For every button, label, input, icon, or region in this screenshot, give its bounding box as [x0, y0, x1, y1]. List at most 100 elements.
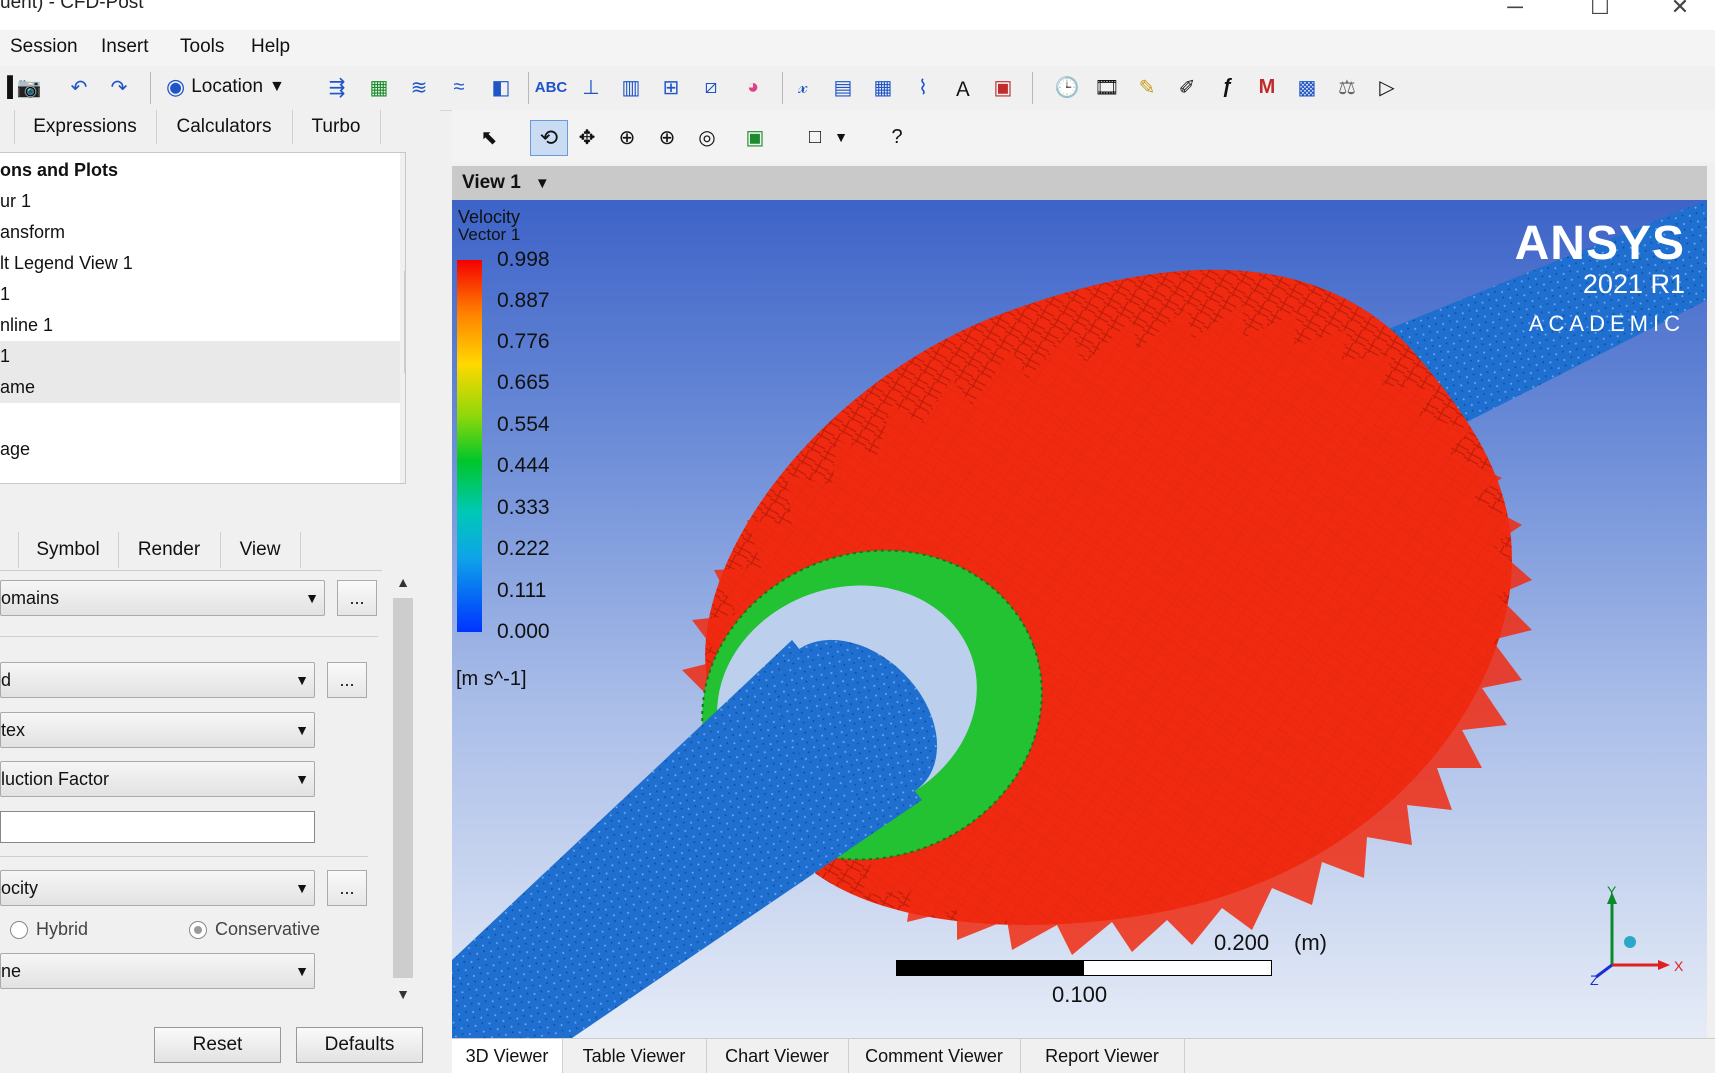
tab-expressions[interactable]: Expressions	[14, 110, 157, 144]
case-comparison-icon[interactable]: ⚖	[1332, 72, 1362, 102]
tree-item[interactable]: age	[0, 434, 400, 465]
particle-track-icon[interactable]: ≈	[444, 72, 474, 102]
scroll-down-icon[interactable]: ▼	[400, 457, 405, 473]
menu-tools[interactable]: Tools	[180, 36, 224, 58]
tree-item[interactable]: 1	[0, 279, 400, 310]
scroll-down-icon[interactable]: ▼	[390, 986, 416, 1002]
command-editor-icon[interactable]: ▷	[1372, 72, 1402, 102]
location-button[interactable]: ◉ Location ▼	[166, 71, 285, 103]
tab-comment-viewer[interactable]: Comment Viewer	[848, 1039, 1021, 1073]
macro-calculator-icon[interactable]: M	[1252, 72, 1282, 102]
tab-outline[interactable]	[0, 110, 15, 144]
location-icon: ◉	[166, 74, 186, 99]
zoom-icon[interactable]: ⊕	[612, 122, 642, 152]
scrollbar-thumb[interactable]	[404, 271, 405, 373]
streamline-icon[interactable]: ≋	[404, 72, 434, 102]
minimize-icon[interactable]: ─	[1495, 0, 1535, 19]
vector-icon[interactable]: ⇶	[322, 72, 352, 102]
tab-view[interactable]: View	[220, 532, 301, 568]
rotate-icon[interactable]: ⟲	[530, 120, 568, 156]
color-map-icon[interactable]: ◕	[738, 72, 768, 102]
view-selector[interactable]: View 1 ▼	[462, 172, 550, 194]
conservative-radio[interactable]: Conservative	[189, 919, 320, 940]
boundary-data-select[interactable]: ne ▼	[0, 953, 315, 989]
table-icon[interactable]: ▦	[868, 72, 898, 102]
chevron-down-icon[interactable]: ▼	[826, 122, 856, 152]
mesh-calculator-icon[interactable]: ▩	[1292, 72, 1322, 102]
domains-select[interactable]: omains ▼	[0, 580, 325, 616]
tab-render[interactable]: Render	[118, 532, 221, 568]
scroll-up-icon[interactable]: ▲	[390, 574, 416, 590]
redo-icon[interactable]: ↷	[104, 72, 134, 102]
legend-icon[interactable]: ▥	[616, 72, 646, 102]
clip-plane-icon[interactable]: ⧄	[696, 72, 726, 102]
tab-report-viewer[interactable]: Report Viewer	[1020, 1039, 1185, 1073]
tab-turbo[interactable]: Turbo	[292, 110, 381, 144]
tree-item[interactable]: ur 1	[0, 186, 400, 217]
locations-ellipsis-button[interactable]: ...	[327, 662, 367, 698]
3d-viewport[interactable]: Velocity Vector 1 0.998 0.887 0.776 0.66…	[452, 200, 1707, 1038]
chart-icon[interactable]: ⌇	[908, 72, 938, 102]
contour-icon[interactable]: ▦	[364, 72, 394, 102]
sampling-select[interactable]: tex ▼	[0, 712, 315, 748]
expression-icon[interactable]: ▤	[828, 72, 858, 102]
scroll-up-icon[interactable]: ▲	[400, 157, 405, 173]
menu-bar: Session Insert Tools Help	[0, 30, 1715, 66]
tab-geometry[interactable]	[0, 532, 19, 568]
tab-chart-viewer[interactable]: Chart Viewer	[706, 1039, 849, 1073]
volume-rendering-icon[interactable]: ◧	[486, 72, 516, 102]
reduction-select[interactable]: luction Factor ▼	[0, 761, 315, 797]
tree-item[interactable]: lt Legend View 1	[0, 248, 400, 279]
figure-icon[interactable]: ▣	[988, 72, 1018, 102]
tab-calculators[interactable]: Calculators	[156, 110, 293, 144]
tab-3d-viewer[interactable]: 3D Viewer	[452, 1039, 563, 1073]
pan-icon[interactable]: ✥	[572, 122, 602, 152]
scrollbar-thumb[interactable]	[393, 598, 413, 978]
tree-scrollbar[interactable]: ▲ ▼	[400, 153, 405, 483]
locations-select[interactable]: d ▼	[0, 662, 315, 698]
maximize-icon[interactable]: ☐	[1580, 0, 1620, 19]
close-icon[interactable]: ✕	[1660, 0, 1700, 19]
instance-transform-icon[interactable]: ⊞	[656, 72, 686, 102]
zoom-fit-icon[interactable]: ◎	[692, 122, 722, 152]
tree-item[interactable]: ansform	[0, 217, 400, 248]
details-scrollbar[interactable]: ▲ ▼	[390, 570, 416, 1010]
chevron-down-icon: ▼	[534, 174, 550, 192]
comment-icon[interactable]: Ａ	[948, 72, 978, 102]
legend-value: 0.444	[497, 454, 550, 477]
help-cursor-icon[interactable]: ?	[882, 122, 912, 152]
tree-item-selected[interactable]: ame	[0, 372, 400, 403]
function-calculator-icon[interactable]: ƒ	[1212, 72, 1242, 102]
hybrid-radio[interactable]: Hybrid	[10, 919, 88, 940]
undo-icon[interactable]: ↶	[64, 72, 94, 102]
screenshot-icon[interactable]: 📷	[14, 72, 44, 102]
tree-item[interactable]	[0, 403, 400, 434]
select-icon[interactable]: ⬉	[474, 122, 504, 152]
tab-symbol[interactable]: Symbol	[18, 532, 119, 568]
domains-ellipsis-button[interactable]: ...	[337, 580, 377, 616]
legend-value: 0.887	[497, 289, 550, 312]
quick-editor-icon[interactable]: ✎	[1132, 72, 1162, 102]
window-title: uent) - CFD-Post	[0, 0, 144, 13]
variable-select[interactable]: ocity ▼	[0, 870, 315, 906]
tree-item-selected[interactable]: 1	[0, 341, 400, 372]
tree-item[interactable]: nline 1	[0, 310, 400, 341]
tree-item[interactable]: ons and Plots	[0, 155, 400, 186]
menu-help[interactable]: Help	[251, 36, 290, 58]
menu-insert[interactable]: Insert	[101, 36, 149, 58]
reset-button[interactable]: Reset	[154, 1027, 281, 1063]
zoom-box-icon[interactable]: ⊕	[652, 122, 682, 152]
menu-session[interactable]: Session	[10, 36, 78, 58]
coordinate-frame-icon[interactable]: ⊥	[576, 72, 606, 102]
variable-icon[interactable]: 𝓍	[788, 72, 818, 102]
defaults-button[interactable]: Defaults	[296, 1027, 423, 1063]
variable-ellipsis-button[interactable]: ...	[327, 870, 367, 906]
chevron-down-icon: ▼	[305, 590, 319, 606]
text-icon[interactable]: ABC	[535, 72, 568, 102]
fit-view-icon[interactable]: ▣	[740, 122, 770, 152]
tab-table-viewer[interactable]: Table Viewer	[562, 1039, 707, 1073]
clock-icon[interactable]: 🕒	[1052, 72, 1082, 102]
probe-icon[interactable]: ✐	[1172, 72, 1202, 102]
animation-icon[interactable]: 🎞	[1092, 72, 1122, 102]
reduction-factor-input[interactable]	[0, 811, 315, 843]
